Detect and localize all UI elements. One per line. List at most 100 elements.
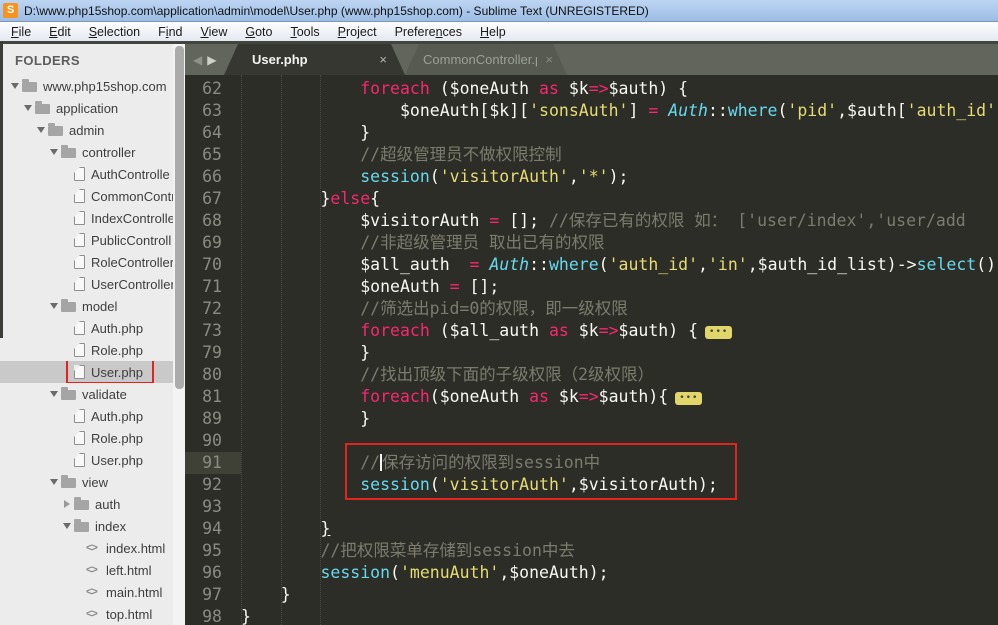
sidebar-folder-controller[interactable]: controller xyxy=(0,141,173,163)
sidebar-folder-model[interactable]: model xyxy=(0,295,173,317)
sidebar-scrollbar-thumb[interactable] xyxy=(175,46,184,389)
line-number: 68 xyxy=(202,211,222,230)
sidebar-file-rolecontroller[interactable]: RoleController xyxy=(0,251,173,273)
fold-ellipsis-icon[interactable]: ••• xyxy=(675,392,703,405)
tab-scroll-left-icon[interactable]: ◀ xyxy=(193,53,202,67)
sidebar-file-role-php[interactable]: Role.php xyxy=(0,427,173,449)
sidebar-file-auth-php[interactable]: Auth.php xyxy=(0,405,173,427)
sidebar-file-left-html[interactable]: <> left.html xyxy=(0,559,173,581)
code-line-70[interactable]: 70 $all_auth = Auth::where('auth_id','in… xyxy=(185,254,998,276)
line-number: 93 xyxy=(202,497,222,516)
tree-label: RoleController xyxy=(91,254,173,270)
code-line-97[interactable]: 97 } xyxy=(185,584,998,606)
tab-scroll-right-icon[interactable]: ▶ xyxy=(207,53,216,67)
code-line-65[interactable]: 65 //超级管理员不做权限控制 xyxy=(185,144,998,166)
code-text: }else{ xyxy=(320,189,381,208)
sidebar-file-index-html[interactable]: <> index.html xyxy=(0,537,173,559)
expand-arrow-icon[interactable] xyxy=(47,303,60,309)
sidebar-file-usercontroller[interactable]: UserController xyxy=(0,273,173,295)
expand-arrow-icon[interactable] xyxy=(47,479,60,485)
expand-arrow-icon[interactable] xyxy=(60,523,73,529)
expand-arrow-icon[interactable] xyxy=(8,83,21,89)
sidebar-file-role-php[interactable]: Role.php xyxy=(0,339,173,361)
tab-commoncontroller-php[interactable]: CommonController.php × xyxy=(405,44,567,75)
sidebar-file-commoncontr[interactable]: CommonContr xyxy=(0,185,173,207)
expand-arrow-icon[interactable] xyxy=(47,391,60,397)
code-line-71[interactable]: 71 $oneAuth = []; xyxy=(185,276,998,298)
tree-label: User.php xyxy=(91,452,144,468)
code-line-89[interactable]: 89 } xyxy=(185,408,998,430)
sidebar-folder-validate[interactable]: validate xyxy=(0,383,173,405)
code-text: session('menuAuth',$oneAuth); xyxy=(320,563,609,582)
sidebar-folder-index[interactable]: index xyxy=(0,515,173,537)
code-text: foreach($oneAuth as $k=>$auth){••• xyxy=(241,386,703,408)
title-bar[interactable]: S D:\www.php15shop.com\application\admin… xyxy=(0,0,998,22)
menu-view[interactable]: View xyxy=(191,25,236,39)
code-line-67[interactable]: 67 }else{ xyxy=(185,188,998,210)
expand-arrow-icon[interactable] xyxy=(47,149,60,155)
html-file-icon: <> xyxy=(86,608,98,620)
file-icon xyxy=(73,320,85,335)
expand-arrow-icon[interactable] xyxy=(34,127,47,133)
sidebar-file-main-html[interactable]: <> main.html xyxy=(0,581,173,603)
sidebar-file-user-php[interactable]: User.php xyxy=(0,361,173,383)
fold-ellipsis-icon[interactable]: ••• xyxy=(705,326,733,339)
code-area[interactable]: 62 foreach ($oneAuth as $k=>$auth) {63 $… xyxy=(185,75,998,625)
folder-icon xyxy=(35,101,50,114)
code-text: } xyxy=(241,607,251,625)
menu-goto[interactable]: Goto xyxy=(236,25,281,39)
code-line-69[interactable]: 69 //非超级管理员 取出已有的权限 xyxy=(185,232,998,254)
menu-find[interactable]: Find xyxy=(149,25,191,39)
expand-arrow-icon[interactable] xyxy=(21,105,34,111)
tab-user-php[interactable]: User.php × xyxy=(224,44,405,75)
close-icon[interactable]: × xyxy=(545,52,553,67)
line-number: 63 xyxy=(202,101,222,120)
code-line-62[interactable]: 62 foreach ($oneAuth as $k=>$auth) { xyxy=(185,78,998,100)
tree-label: model xyxy=(82,298,118,314)
sidebar-file-publiccontroll[interactable]: PublicControll xyxy=(0,229,173,251)
line-number: 67 xyxy=(202,189,222,208)
sidebar-folder-view[interactable]: view xyxy=(0,471,173,493)
code-line-63[interactable]: 63 $oneAuth[$k]['sonsAuth'] = Auth::wher… xyxy=(185,100,998,122)
code-line-98[interactable]: 98} xyxy=(185,606,998,625)
sidebar-folder-auth[interactable]: auth xyxy=(0,493,173,515)
file-icon xyxy=(73,452,85,467)
line-number: 92 xyxy=(202,475,222,494)
collapse-arrow-icon[interactable] xyxy=(60,500,73,508)
sidebar-folder-www-php15shop-com[interactable]: www.php15shop.com xyxy=(0,75,173,97)
code-line-72[interactable]: 72 //筛选出pid=0的权限，即一级权限 xyxy=(185,298,998,320)
menu-edit[interactable]: Edit xyxy=(40,25,80,39)
code-line-80[interactable]: 80 //找出顶级下面的子级权限（2级权限） xyxy=(185,364,998,386)
tree-label: validate xyxy=(82,386,127,402)
sidebar-file-top-html[interactable]: <> top.html xyxy=(0,603,173,625)
sidebar-file-indexcontrolle[interactable]: IndexControlle xyxy=(0,207,173,229)
annotation-box-sidebar xyxy=(66,361,154,383)
sidebar-file-authcontrolle[interactable]: AuthControlle xyxy=(0,163,173,185)
code-line-95[interactable]: 95 //把权限菜单存储到session中去 xyxy=(185,540,998,562)
menu-file[interactable]: File xyxy=(2,25,40,39)
close-icon[interactable]: × xyxy=(379,52,387,67)
menu-selection[interactable]: Selection xyxy=(80,25,149,39)
folder-icon xyxy=(61,387,76,400)
sidebar-folder-admin[interactable]: admin xyxy=(0,119,173,141)
code-line-73[interactable]: 73 foreach ($all_auth as $k=>$auth) {••• xyxy=(185,320,998,342)
code-line-81[interactable]: 81 foreach($oneAuth as $k=>$auth){••• xyxy=(185,386,998,408)
code-line-96[interactable]: 96 session('menuAuth',$oneAuth); xyxy=(185,562,998,584)
folder-icon xyxy=(22,79,37,92)
code-line-68[interactable]: 68 $visitorAuth = []; //保存已有的权限 如： ['use… xyxy=(185,210,998,232)
tree-label: Auth.php xyxy=(91,320,144,336)
menu-preferences[interactable]: Preferences xyxy=(386,25,471,39)
code-line-66[interactable]: 66 session('visitorAuth','*'); xyxy=(185,166,998,188)
menu-tools[interactable]: Tools xyxy=(281,25,328,39)
sidebar-file-auth-php[interactable]: Auth.php xyxy=(0,317,173,339)
sidebar-file-user-php[interactable]: User.php xyxy=(0,449,173,471)
code-line-64[interactable]: 64 } xyxy=(185,122,998,144)
tree-label: www.php15shop.com xyxy=(43,78,167,94)
code-line-79[interactable]: 79 } xyxy=(185,342,998,364)
code-line-94[interactable]: 94 } xyxy=(185,518,998,540)
line-number: 80 xyxy=(202,365,222,384)
sidebar-folder-application[interactable]: application xyxy=(0,97,173,119)
menu-help[interactable]: Help xyxy=(471,25,515,39)
code-text: //找出顶级下面的子级权限（2级权限） xyxy=(360,365,655,384)
menu-project[interactable]: Project xyxy=(329,25,386,39)
